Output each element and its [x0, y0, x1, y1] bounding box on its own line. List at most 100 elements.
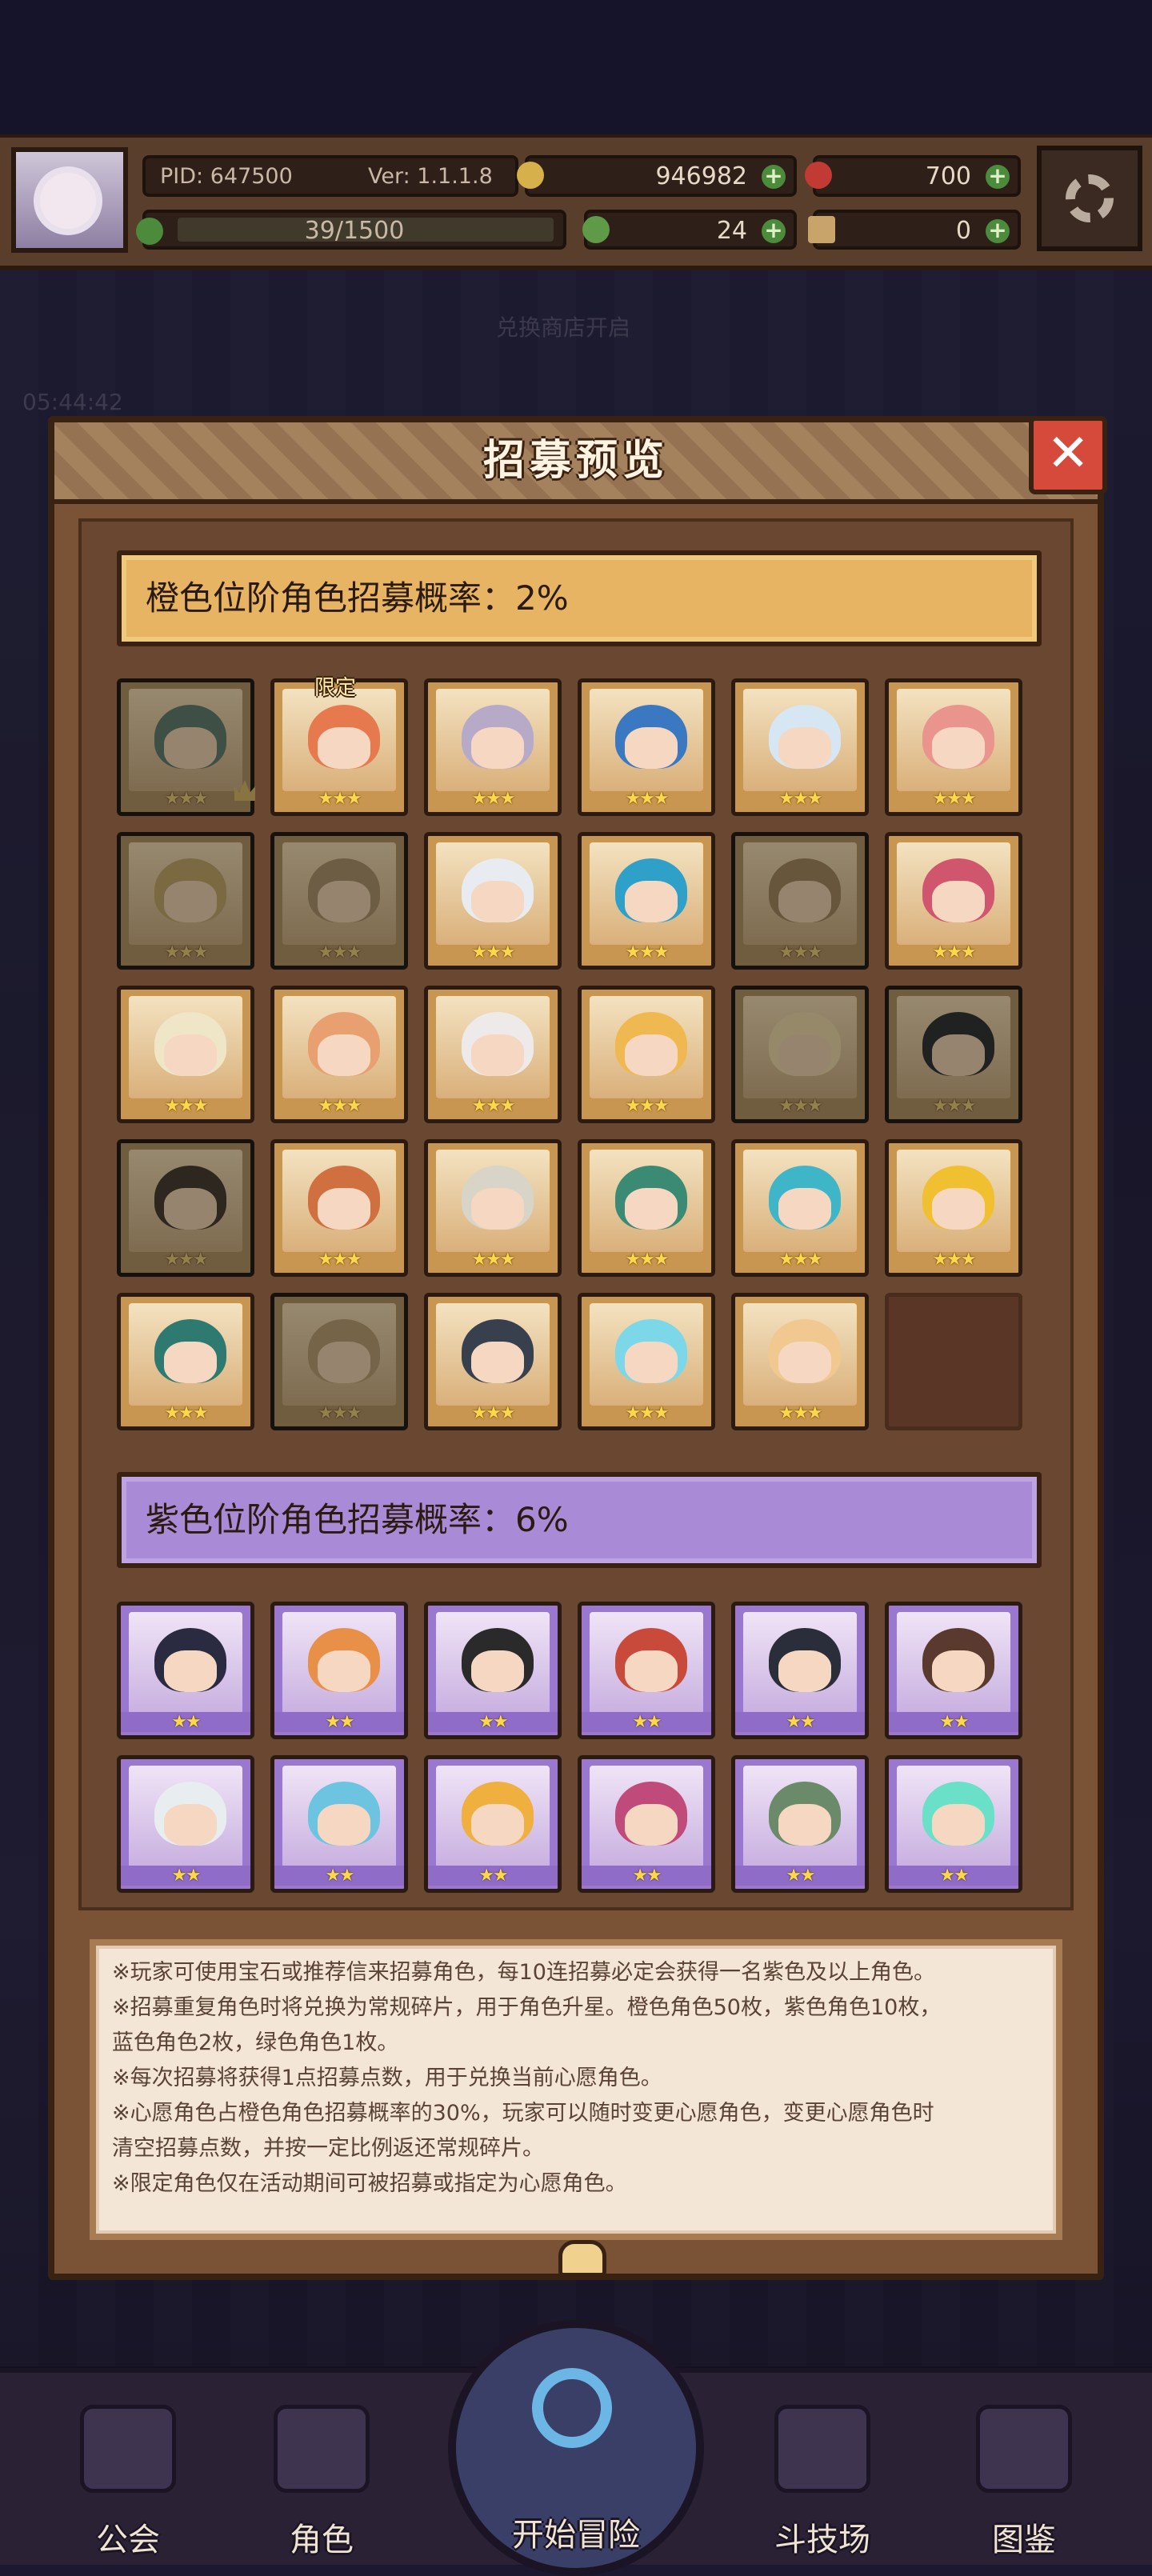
star-rating: ★★★: [932, 1096, 976, 1116]
orange-character-card[interactable]: ★★★: [731, 1139, 869, 1277]
orange-character-card[interactable]: ★★★: [117, 986, 254, 1123]
note-line: ※心愿角色占橙色角色招募概率的30%，玩家可以随时变更心愿角色，变更心愿角色时: [112, 2101, 934, 2126]
orange-character-card[interactable]: ★★★: [731, 1293, 869, 1430]
purple-character-card[interactable]: ★★: [885, 1602, 1022, 1739]
star-rating: ★★★: [471, 942, 515, 962]
star-rating: ★★★: [778, 789, 822, 809]
star-rating: ★★★: [318, 942, 362, 962]
nav-arena[interactable]: 斗技场: [734, 2405, 910, 2565]
character-portrait: [129, 1612, 242, 1714]
gold-counter: 946982 +: [517, 155, 797, 197]
note-line: ※招募重复角色时将兑换为常规碎片，用于角色升星。橙色角色50枚，紫色角色10枚，: [112, 1995, 942, 2020]
settings-button[interactable]: [1037, 146, 1142, 251]
orange-character-card[interactable]: ★★★: [424, 1293, 562, 1430]
purple-character-card[interactable]: ★★: [885, 1755, 1022, 1893]
character-portrait: [436, 1612, 550, 1714]
character-portrait: [897, 689, 1010, 791]
purple-character-card[interactable]: ★★: [117, 1602, 254, 1739]
character-portrait: [436, 1150, 550, 1252]
player-info: PID: 647500 Ver: 1.1.1.8: [142, 155, 518, 197]
character-portrait: [897, 996, 1010, 1098]
orange-character-card[interactable]: ★★★: [885, 678, 1022, 816]
orange-character-card[interactable]: ★★★: [270, 1293, 408, 1430]
orange-character-card[interactable]: ★★★: [885, 832, 1022, 970]
orange-character-card[interactable]: ★★★: [731, 832, 869, 970]
star-rating: ★★★: [625, 789, 669, 809]
orange-character-card[interactable]: ★★★: [270, 832, 408, 970]
character-icon: [274, 2405, 370, 2493]
note-line: 清空招募点数，并按一定比例返还常规碎片。: [112, 2136, 544, 2161]
character-portrait: [129, 689, 242, 791]
orange-character-card[interactable]: ★★★: [885, 986, 1022, 1123]
close-button[interactable]: ✕: [1029, 416, 1107, 494]
clover-icon: [582, 216, 610, 243]
player-avatar[interactable]: [11, 147, 128, 253]
add-gems-button[interactable]: +: [986, 165, 1010, 189]
orange-character-card[interactable]: ★★★: [885, 1139, 1022, 1277]
orange-character-card[interactable]: ★★★: [270, 1139, 408, 1277]
purple-character-card[interactable]: ★★: [578, 1602, 715, 1739]
gold-coin-icon: [517, 162, 544, 189]
star-rating: ★★★: [778, 1403, 822, 1423]
orange-character-card[interactable]: ★★★: [578, 986, 715, 1123]
character-portrait: [282, 689, 396, 791]
orange-character-card[interactable]: ★★★: [424, 986, 562, 1123]
star-rating: ★★★: [932, 942, 976, 962]
character-portrait: [743, 1303, 857, 1406]
character-portrait: [590, 1612, 703, 1714]
orange-character-card[interactable]: ★★★: [270, 986, 408, 1123]
orange-character-card[interactable]: ★★★: [117, 1293, 254, 1430]
purple-character-card[interactable]: ★★: [578, 1755, 715, 1893]
add-clover-button[interactable]: +: [762, 219, 786, 243]
limited-tag: 限定: [314, 676, 357, 700]
star-rating: ★★: [428, 1712, 558, 1732]
close-icon: ✕: [1046, 424, 1090, 483]
purple-character-card[interactable]: ★★: [424, 1755, 562, 1893]
start-adventure-button[interactable]: 开始冒险: [448, 2320, 704, 2576]
orange-character-card[interactable]: ★★★: [578, 1293, 715, 1430]
purple-character-card[interactable]: ★★: [731, 1755, 869, 1893]
orange-character-card[interactable]: ★★★: [117, 678, 255, 816]
orange-character-card[interactable]: ★★★: [424, 832, 562, 970]
recruit-preview-dialog: 招募预览 ✕ 橙色位阶角色招募概率：2% 紫色位阶角色招募概率：6% ★★★ ★★…: [48, 416, 1107, 2280]
add-tickets-button[interactable]: +: [986, 219, 1010, 243]
star-rating: ★★★: [625, 942, 669, 962]
player-id: PID: 647500: [160, 164, 293, 189]
character-portrait: [590, 996, 703, 1098]
character-portrait: [590, 689, 703, 791]
character-portrait: [897, 842, 1010, 945]
character-portrait: [282, 1766, 396, 1868]
nav-role[interactable]: 角色: [234, 2405, 410, 2565]
character-portrait: [436, 842, 550, 945]
nav-atlas[interactable]: 图鉴: [936, 2405, 1112, 2565]
dialog-footer-ornament: [558, 2240, 606, 2277]
orange-character-card[interactable]: ★★★: [117, 832, 254, 970]
purple-character-card[interactable]: ★★: [270, 1755, 408, 1893]
crossed-swords-icon: [774, 2405, 870, 2493]
orange-character-card[interactable]: ★★★: [424, 678, 562, 816]
orange-character-card[interactable]: ★★★: [731, 986, 869, 1123]
orange-character-card[interactable]: ★★★ 限定: [270, 676, 408, 816]
character-portrait: [282, 1150, 396, 1252]
add-gold-button[interactable]: +: [762, 165, 786, 189]
orange-character-card[interactable]: ★★★: [424, 1139, 562, 1277]
orange-character-card[interactable]: ★★★: [578, 1139, 715, 1277]
character-portrait: [743, 996, 857, 1098]
star-rating: ★★★: [318, 789, 362, 809]
orange-character-card[interactable]: ★★★: [117, 1139, 254, 1277]
character-portrait: [743, 842, 857, 945]
star-rating: ★★★: [932, 1250, 976, 1270]
purple-character-card[interactable]: ★★: [117, 1755, 254, 1893]
character-portrait: [436, 1766, 550, 1868]
nav-guild[interactable]: 公会: [40, 2405, 216, 2565]
star-rating: ★★: [582, 1866, 711, 1886]
orange-character-card[interactable]: ★★★: [578, 832, 715, 970]
orange-character-card[interactable]: ★★★: [731, 678, 869, 816]
purple-character-card[interactable]: ★★: [731, 1602, 869, 1739]
purple-character-card[interactable]: ★★: [424, 1602, 562, 1739]
book-icon: [976, 2405, 1072, 2493]
character-portrait: [590, 842, 703, 945]
purple-character-card[interactable]: ★★: [270, 1602, 408, 1739]
orange-character-card[interactable]: ★★★: [578, 678, 715, 816]
character-portrait: [129, 996, 242, 1098]
